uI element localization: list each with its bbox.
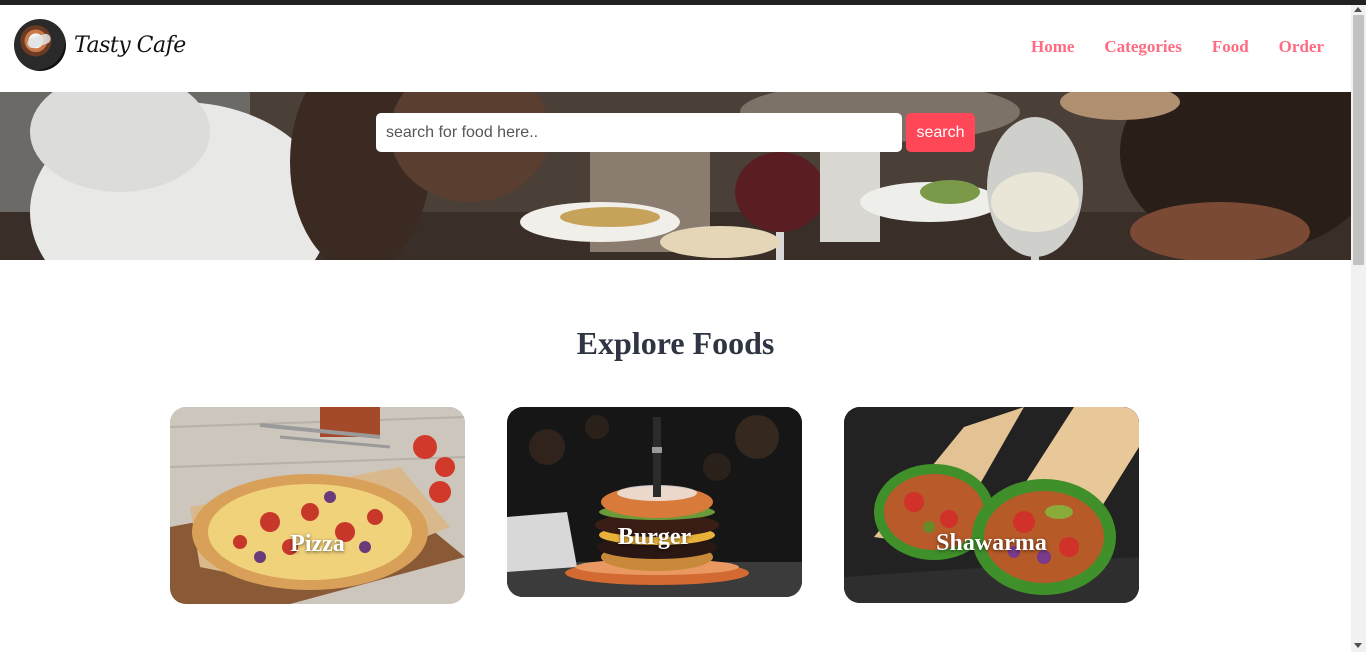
food-card-shawarma-label: Shawarma [936,530,1047,556]
food-card-burger-label: Burger [617,524,692,550]
search-input[interactable] [376,113,902,152]
shawarma-image [844,407,1139,603]
brand-name: Tasty Cafe [74,32,186,58]
pizza-image [170,407,465,604]
food-card-pizza-label: Pizza [290,531,345,557]
explore-foods-heading: Explore Foods [576,325,775,361]
coffee-cup-logo-icon [14,19,66,71]
navbar: Tasty Cafe Home Categories Food Order [0,5,1351,92]
nav-menu: Home Categories Food Order [1001,35,1324,59]
food-card-burger[interactable]: Burger [507,407,802,597]
burger-image [507,407,802,597]
scroll-down-arrow-icon[interactable] [1354,643,1362,648]
scrollbar-thumb[interactable] [1353,15,1364,265]
scroll-up-arrow-icon[interactable] [1354,7,1362,12]
nav-categories-link[interactable]: Categories [1104,35,1181,59]
nav-home-link[interactable]: Home [1031,35,1074,59]
nav-food-link[interactable]: Food [1212,35,1249,59]
search-button[interactable]: search [906,113,975,152]
food-card-shawarma[interactable]: Shawarma [844,407,1139,603]
nav-order-link[interactable]: Order [1279,35,1324,59]
brand-logo[interactable]: Tasty Cafe [14,19,186,71]
food-card-pizza[interactable]: Pizza [170,407,465,604]
